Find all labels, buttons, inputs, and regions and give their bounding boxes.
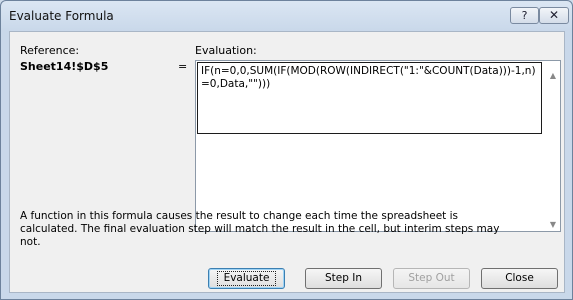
dialog-body: Reference: Sheet14!$D$5 = Evaluation: IF… bbox=[9, 31, 565, 293]
evaluation-box[interactable]: IF(n=0,0,SUM(IF(MOD(ROW(INDIRECT("1:"&CO… bbox=[195, 60, 561, 232]
window-title: Evaluate Formula bbox=[9, 9, 114, 23]
title-bar: Evaluate Formula ? ✕ bbox=[1, 1, 572, 31]
formula-text: IF(n=0,0,SUM(IF(MOD(ROW(INDIRECT("1:"&CO… bbox=[201, 65, 536, 90]
evaluate-button[interactable]: Evaluate bbox=[208, 268, 285, 289]
formula-selection: IF(n=0,0,SUM(IF(MOD(ROW(INDIRECT("1:"&CO… bbox=[197, 62, 542, 134]
evaluate-button-label: Evaluate bbox=[216, 271, 277, 286]
close-button[interactable]: Close bbox=[481, 268, 558, 289]
equals-sign: = bbox=[178, 60, 188, 73]
scroll-up-icon[interactable]: ▲ bbox=[550, 71, 556, 80]
volatile-function-note: A function in this formula causes the re… bbox=[20, 210, 500, 248]
evaluation-label: Evaluation: bbox=[195, 44, 257, 57]
close-window-button[interactable]: ✕ bbox=[539, 7, 569, 24]
step-out-button[interactable]: Step Out bbox=[393, 268, 470, 289]
step-in-button[interactable]: Step In bbox=[305, 268, 382, 289]
reference-value: Sheet14!$D$5 bbox=[20, 60, 109, 73]
reference-label: Reference: bbox=[20, 44, 80, 57]
scroll-down-icon[interactable]: ▼ bbox=[550, 220, 556, 229]
help-button[interactable]: ? bbox=[510, 7, 539, 24]
evaluate-formula-dialog: Evaluate Formula ? ✕ Reference: Sheet14!… bbox=[0, 0, 573, 300]
